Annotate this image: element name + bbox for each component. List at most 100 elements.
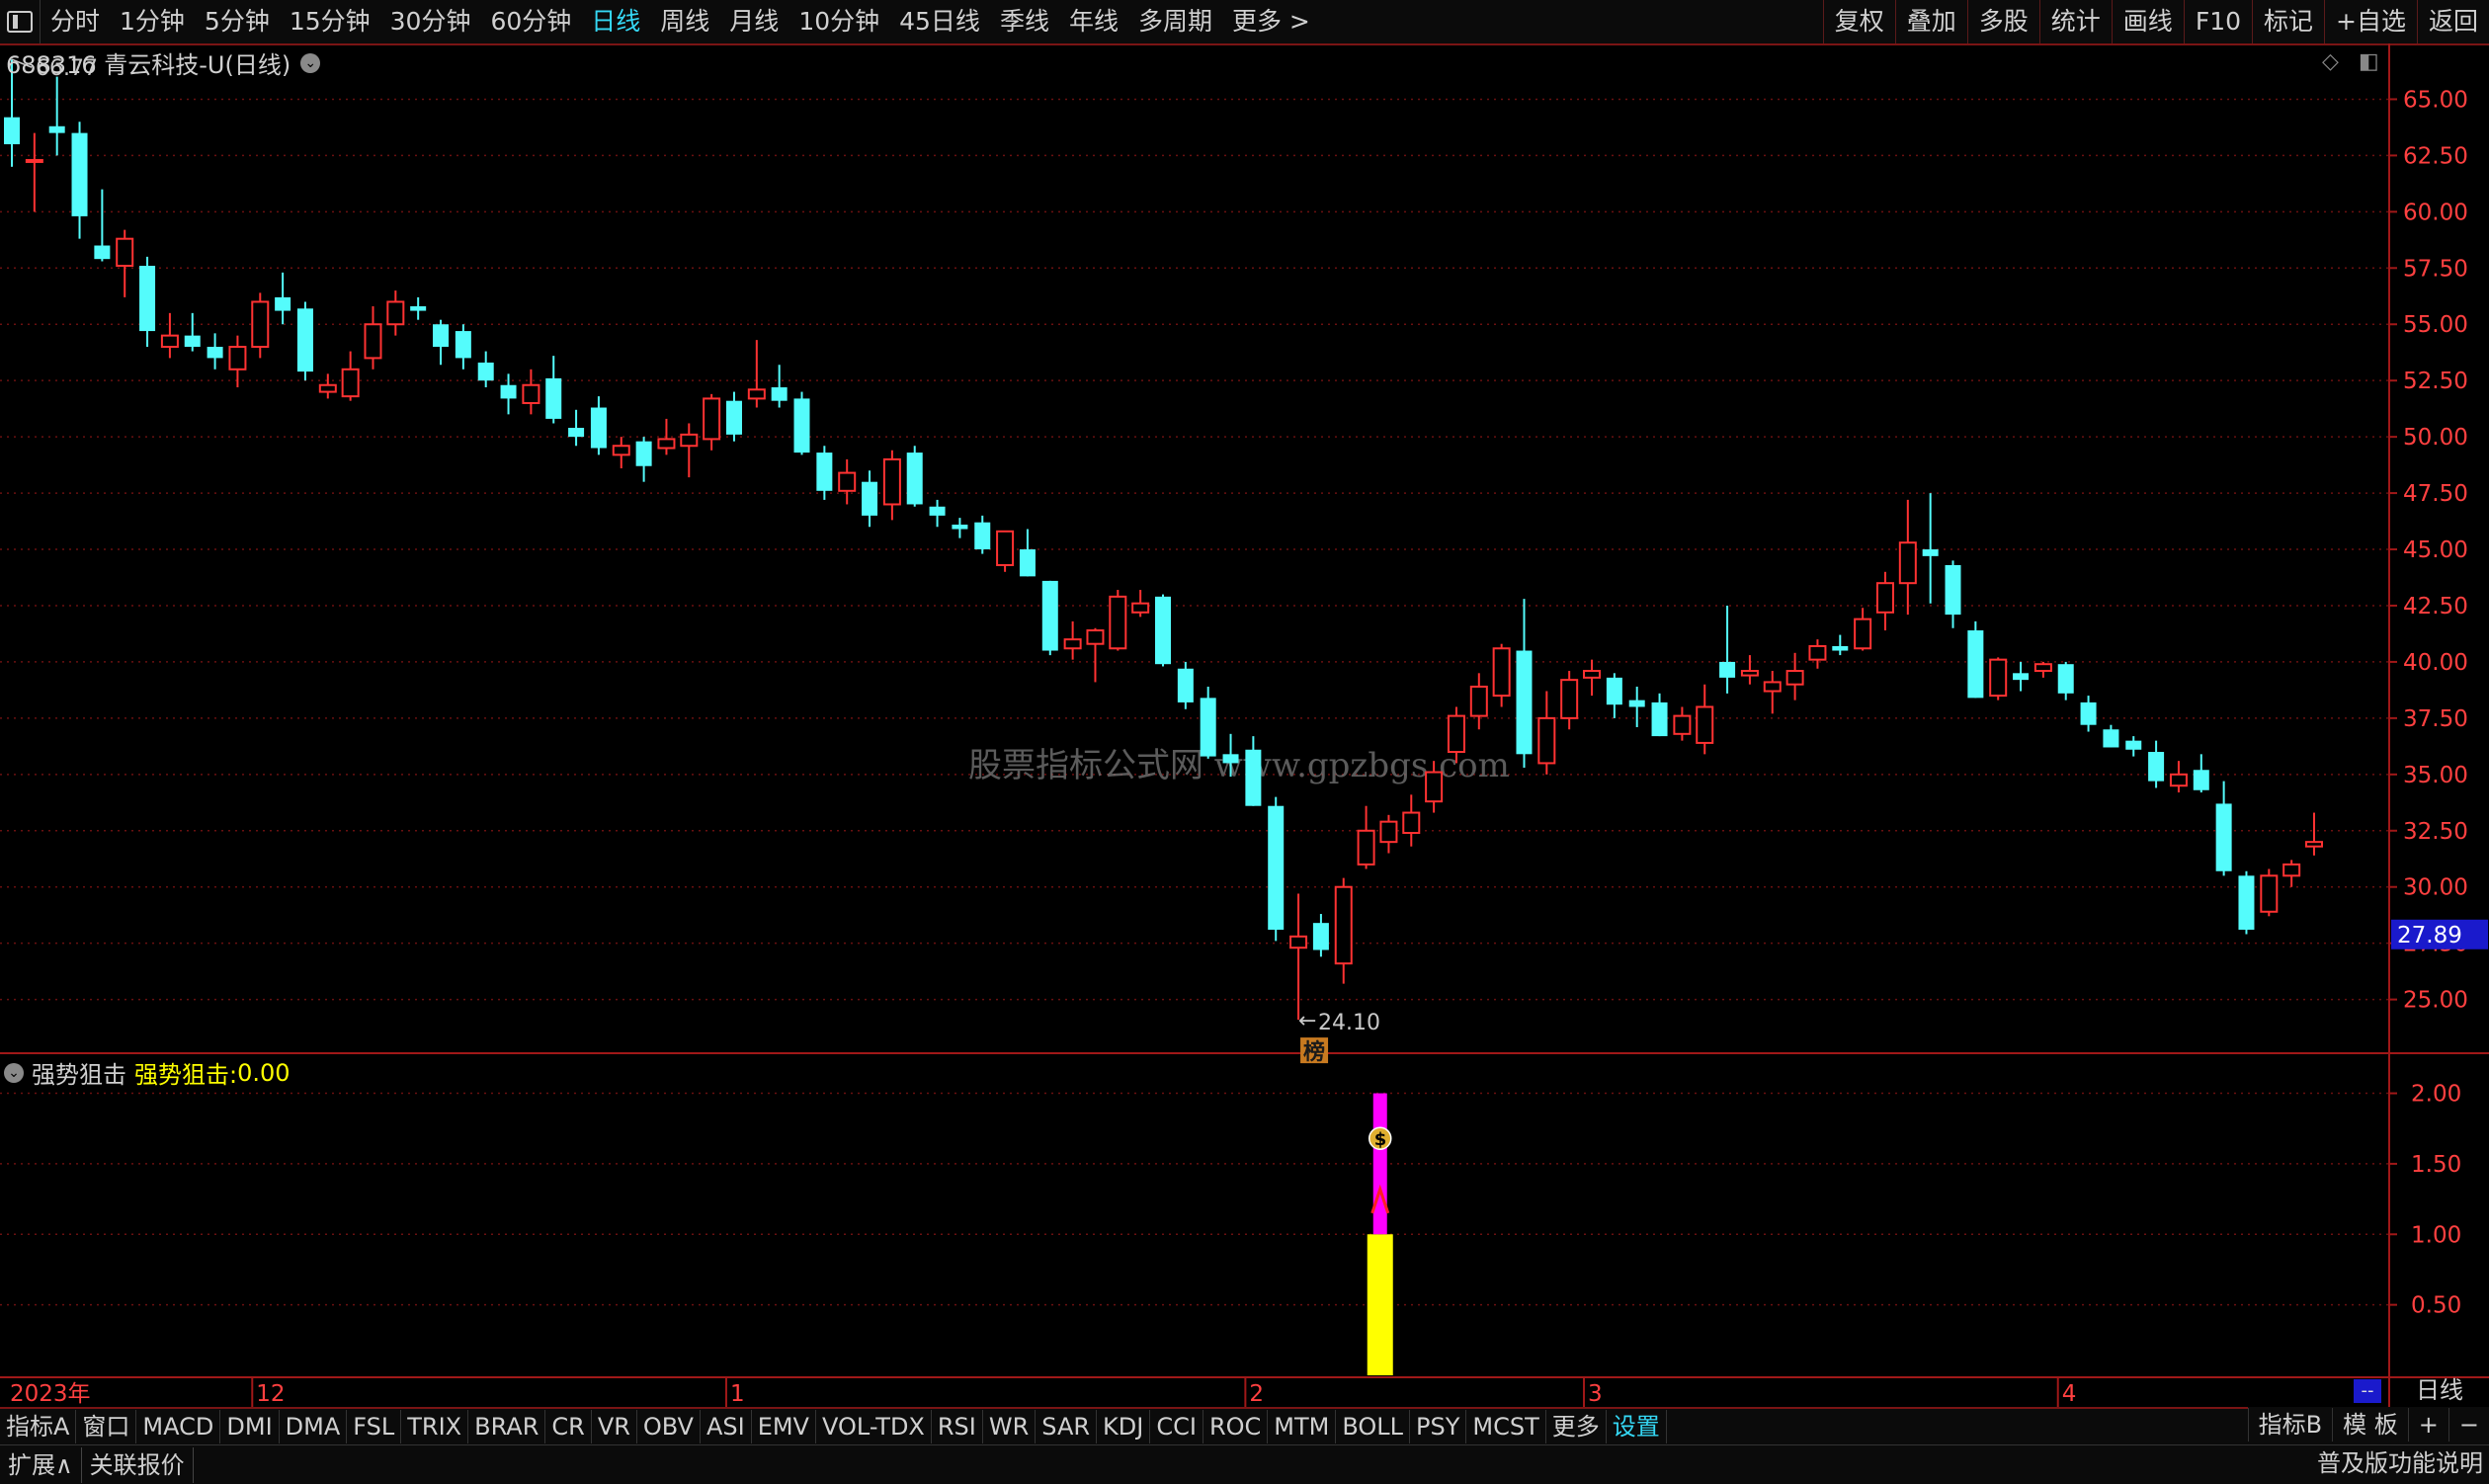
- candle-body[interactable]: [906, 453, 923, 505]
- candle-body[interactable]: [455, 331, 471, 359]
- period-tab-10[interactable]: 45日线: [889, 0, 990, 43]
- candle-body[interactable]: [2033, 663, 2052, 673]
- toolbar-action-5[interactable]: F10: [2183, 0, 2252, 43]
- candle-body[interactable]: [1425, 771, 1444, 803]
- candle-body[interactable]: [680, 433, 699, 448]
- candle-body[interactable]: [1719, 661, 1736, 678]
- status-item-0[interactable]: 扩展∧: [0, 1446, 82, 1483]
- candle-body[interactable]: [1606, 677, 1622, 705]
- candle-body[interactable]: [139, 266, 156, 332]
- toolbar-action-0[interactable]: 复权: [1822, 0, 1895, 43]
- indicator-tab-4[interactable]: DMA: [280, 1410, 348, 1443]
- candle-body[interactable]: [1041, 580, 1058, 651]
- period-tab-2[interactable]: 5分钟: [195, 0, 280, 43]
- candle-body[interactable]: [1989, 658, 2008, 698]
- candle-body[interactable]: [1357, 829, 1375, 866]
- candle-body[interactable]: [1131, 602, 1150, 614]
- indicator-tab-6[interactable]: TRIX: [401, 1410, 469, 1443]
- indicator-tab-25[interactable]: 设置: [1607, 1410, 1667, 1443]
- toolbar-action-8[interactable]: 返回: [2416, 0, 2489, 43]
- candle-body[interactable]: [793, 398, 810, 453]
- indicator-tab-24[interactable]: 更多: [1546, 1410, 1607, 1443]
- candle-body[interactable]: [1967, 630, 1984, 699]
- period-tab-4[interactable]: 30分钟: [380, 0, 481, 43]
- feature-description-link[interactable]: 普及版功能说明: [2317, 1444, 2483, 1483]
- indicator-tab-10[interactable]: OBV: [637, 1410, 701, 1443]
- candle-body[interactable]: [1832, 645, 1849, 651]
- indicator-tab-14[interactable]: RSI: [932, 1410, 983, 1443]
- indicator-tab-9[interactable]: VR: [592, 1410, 637, 1443]
- indicator-right-3[interactable]: −: [2448, 1408, 2489, 1442]
- candle-body[interactable]: [1312, 923, 1329, 950]
- candle-body[interactable]: [2260, 874, 2279, 913]
- candle-body[interactable]: [1109, 595, 1127, 650]
- candle-body[interactable]: [386, 300, 405, 326]
- candle-body[interactable]: [1628, 700, 1645, 707]
- candle-body[interactable]: [838, 471, 857, 492]
- period-tab-14[interactable]: 更多 >: [1222, 0, 1320, 43]
- toolbar-action-4[interactable]: 画线: [2111, 0, 2184, 43]
- indicator-tab-23[interactable]: MCST: [1466, 1410, 1546, 1443]
- candle-body[interactable]: [1537, 716, 1556, 765]
- indicator-tab-20[interactable]: MTM: [1268, 1410, 1337, 1443]
- candle-body[interactable]: [1379, 820, 1398, 844]
- candle-body[interactable]: [318, 383, 337, 393]
- candle-body[interactable]: [1945, 564, 1961, 616]
- indicator-tab-1[interactable]: 窗口: [76, 1410, 137, 1443]
- candle-body[interactable]: [1696, 705, 1714, 744]
- candle-body[interactable]: [1516, 650, 1533, 755]
- toolbar-action-1[interactable]: 叠加: [1894, 0, 1967, 43]
- candle-body[interactable]: [1785, 670, 1804, 686]
- toolbar-action-2[interactable]: 多股: [1966, 0, 2039, 43]
- candle-body[interactable]: [1492, 647, 1511, 698]
- candle-body[interactable]: [657, 438, 676, 450]
- indicator-tab-11[interactable]: ASI: [701, 1410, 752, 1443]
- candle-body[interactable]: [1560, 679, 1579, 719]
- candle-body[interactable]: [2193, 770, 2209, 790]
- candle-body[interactable]: [48, 125, 65, 133]
- candle-body[interactable]: [364, 323, 382, 360]
- indicator-tab-21[interactable]: BOLL: [1336, 1410, 1411, 1443]
- status-item-1[interactable]: 关联报价: [82, 1446, 194, 1483]
- candle-body[interactable]: [477, 362, 494, 381]
- candle-body[interactable]: [1222, 754, 1239, 764]
- candle-body[interactable]: [2057, 664, 2074, 694]
- candle-body[interactable]: [747, 388, 766, 400]
- toolbar-action-3[interactable]: 统计: [2038, 0, 2112, 43]
- toolbar-action-6[interactable]: 标记: [2252, 0, 2324, 43]
- candle-body[interactable]: [160, 334, 179, 349]
- candle-body[interactable]: [929, 506, 946, 516]
- candle-body[interactable]: [341, 368, 360, 398]
- indicator-name[interactable]: 强势狙击: [32, 1055, 126, 1090]
- candle-body[interactable]: [1019, 549, 1036, 577]
- candle-body[interactable]: [590, 407, 607, 449]
- candle-body[interactable]: [2282, 863, 2301, 877]
- candle-body[interactable]: [2013, 673, 2030, 681]
- signal-bar-yellow[interactable]: [1367, 1234, 1393, 1375]
- candle-body[interactable]: [2215, 803, 2232, 871]
- candle-body[interactable]: [816, 453, 833, 491]
- indicator-tab-18[interactable]: CCI: [1150, 1410, 1203, 1443]
- indicator-tab-16[interactable]: SAR: [1036, 1410, 1098, 1443]
- candle-body[interactable]: [1334, 885, 1353, 965]
- indicator-tab-5[interactable]: FSL: [347, 1410, 402, 1443]
- candle-body[interactable]: [2238, 875, 2255, 930]
- candle-body[interactable]: [296, 308, 313, 372]
- candle-body[interactable]: [1875, 582, 1894, 614]
- candle-body[interactable]: [251, 300, 270, 349]
- candle-body[interactable]: [2080, 701, 2097, 725]
- indicator-right-2[interactable]: +: [2407, 1408, 2448, 1442]
- indicator-tab-22[interactable]: PSY: [1410, 1410, 1467, 1443]
- panel-toggle-icon[interactable]: [0, 0, 41, 43]
- candle-body[interactable]: [974, 522, 991, 550]
- candle-body[interactable]: [2103, 729, 2119, 748]
- candle-body[interactable]: [1447, 714, 1465, 754]
- candle-body[interactable]: [1402, 811, 1421, 835]
- indicator-tab-7[interactable]: BRAR: [468, 1410, 546, 1443]
- candle-body[interactable]: [433, 324, 450, 348]
- candle-body[interactable]: [1268, 805, 1285, 930]
- indicator-tab-0[interactable]: 指标A: [0, 1410, 77, 1443]
- candle-body[interactable]: [952, 524, 968, 530]
- candle-body[interactable]: [207, 347, 223, 359]
- candle-body[interactable]: [725, 400, 742, 435]
